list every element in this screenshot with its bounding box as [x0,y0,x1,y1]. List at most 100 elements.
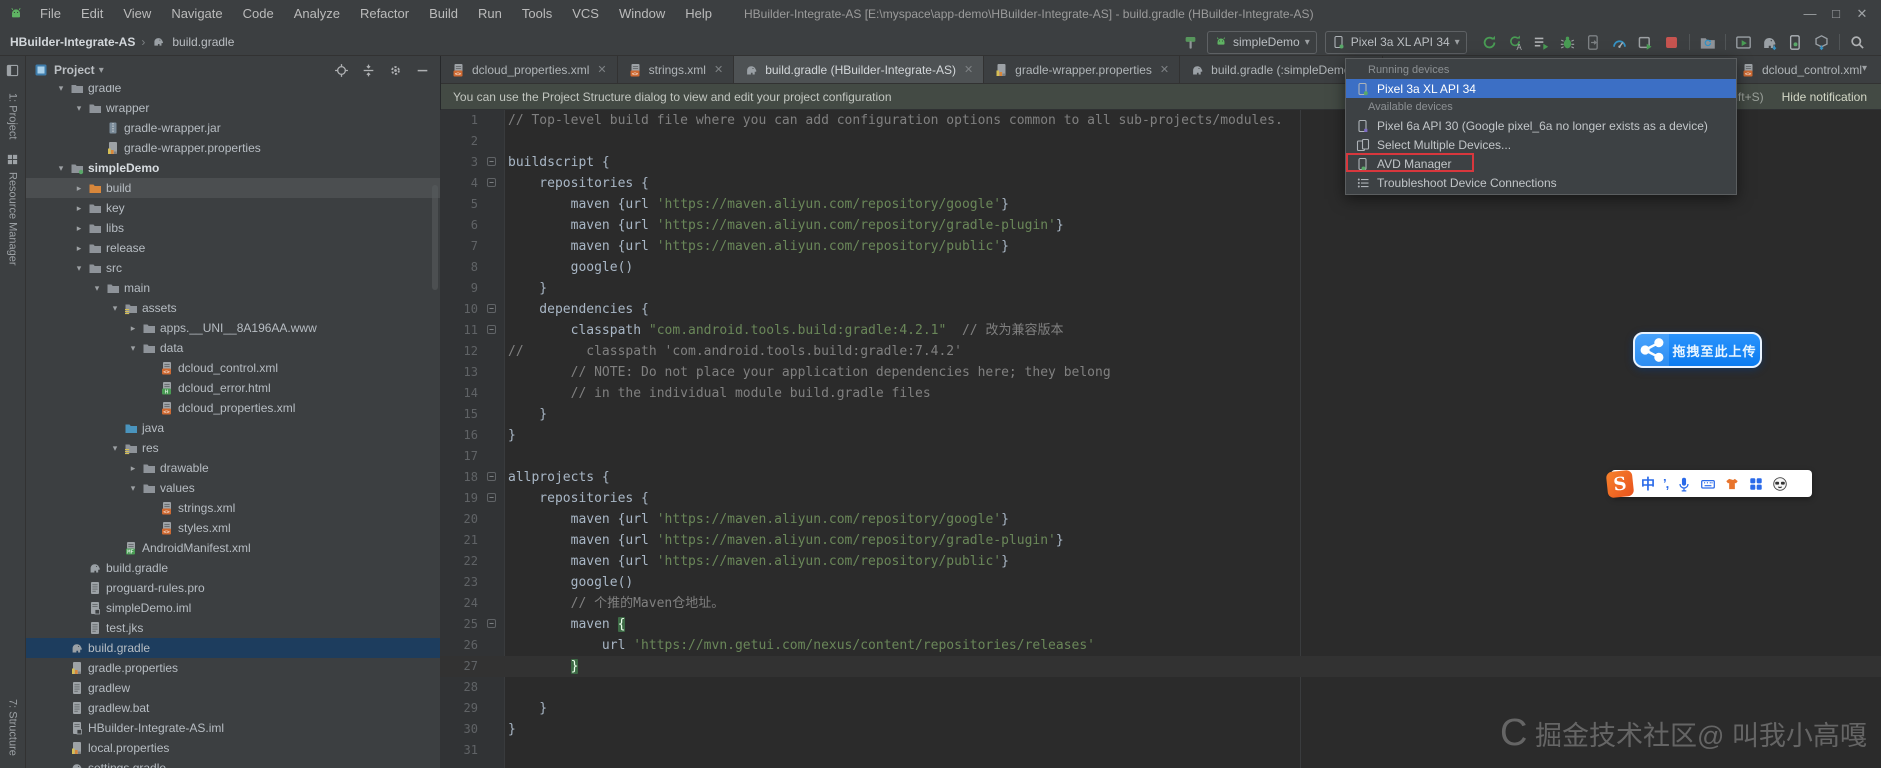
code-line[interactable]: 20 maven {url 'https://maven.aliyun.com/… [440,509,1881,530]
toolbox-grid-icon[interactable] [1748,476,1764,492]
code-line[interactable]: 26 url 'https://mvn.getui.com/nexus/cont… [440,635,1881,656]
ime-mode-chinese[interactable]: 中 [1641,474,1655,494]
code-line[interactable]: 28 [440,677,1881,698]
chevron-right-icon[interactable]: ▸ [126,463,140,474]
close-tab-icon[interactable]: ✕ [714,63,723,76]
maximize-button[interactable]: □ [1823,0,1849,28]
menu-refactor[interactable]: Refactor [350,0,419,28]
sidebar-item-resource-manager[interactable]: Resource Manager [0,149,25,266]
menu-view[interactable]: View [113,0,161,28]
close-tab-icon[interactable]: ✕ [1160,63,1169,76]
tree-item[interactable]: ▾ data [26,338,440,358]
tree-item[interactable]: ▸ apps.__UNI__8A196AA.www [26,318,440,338]
code-line[interactable]: 21 maven {url 'https://maven.aliyun.com/… [440,530,1881,551]
chevron-right-icon[interactable]: ▸ [126,323,140,334]
chevron-right-icon[interactable]: ▸ [72,223,86,234]
menu-vcs[interactable]: VCS [562,0,609,28]
keyboard-icon[interactable] [1700,476,1716,492]
tree-item[interactable]: gradle-wrapper.properties [26,138,440,158]
code-line[interactable]: 15 } [440,404,1881,425]
tree-item[interactable]: ▾ src [26,258,440,278]
chevron-down-icon[interactable]: ▾ [72,263,86,274]
tree-item[interactable]: proguard-rules.pro [26,578,440,598]
tree-item[interactable]: ▸ build [26,178,440,198]
fold-marker-icon[interactable]: − [487,304,496,313]
tree-item[interactable]: local.properties [26,738,440,758]
debug-icon[interactable] [1559,34,1576,51]
menu-window[interactable]: Window [609,0,675,28]
tree-item[interactable]: Hdcloud_error.html [26,378,440,398]
ime-punctuation[interactable]: ’, [1663,476,1669,491]
tree-item[interactable]: ▾ main [26,278,440,298]
close-button[interactable]: ✕ [1849,0,1875,28]
search-icon[interactable] [1849,34,1866,51]
editor-tab[interactable]: gradle-wrapper.properties ✕ [984,56,1181,83]
project-panel-scrollbar[interactable] [432,185,438,290]
menu-code[interactable]: Code [233,0,284,28]
device-menu-item[interactable]: Pixel 3a XL API 34 [1346,79,1736,98]
device-menu-item[interactable]: AVD Manager [1346,153,1736,173]
skin-icon[interactable] [1724,476,1740,492]
tree-item[interactable]: simpleDemo.iml [26,598,440,618]
menu-analyze[interactable]: Analyze [284,0,350,28]
tree-item[interactable]: ▸ libs [26,218,440,238]
editor-tab[interactable]: <> dcloud_properties.xml ✕ [441,56,618,83]
microphone-icon[interactable] [1676,476,1692,492]
chevron-down-icon[interactable]: ▾ [72,103,86,114]
tree-item[interactable]: java [26,418,440,438]
chevron-down-icon[interactable]: ▾ [108,443,122,454]
menu-run[interactable]: Run [468,0,512,28]
code-line[interactable]: 10− dependencies { [440,299,1881,320]
fold-marker-icon[interactable]: − [487,472,496,481]
editor-tab[interactable]: <> strings.xml ✕ [618,56,735,83]
hide-panel-icon[interactable] [415,63,430,78]
avd-manager-icon[interactable] [1787,34,1804,51]
tool-window-bars-icon[interactable] [0,60,25,79]
tree-item[interactable]: gradlew.bat [26,698,440,718]
code-line[interactable]: 22 maven {url 'https://maven.aliyun.com/… [440,551,1881,572]
apply-code-changes-icon[interactable] [1533,34,1550,51]
profile-icon[interactable] [1611,34,1628,51]
tree-item[interactable]: ▾ wrapper [26,98,440,118]
code-line[interactable]: 7 maven {url 'https://maven.aliyun.com/r… [440,236,1881,257]
project-panel-title[interactable]: Project [54,63,95,77]
run-configuration-select[interactable]: simpleDemo ▾ [1207,30,1317,54]
tree-item[interactable]: <> dcloud_properties.xml [26,398,440,418]
apply-changes-icon[interactable]: A [1507,34,1524,51]
tree-item[interactable]: ▸ drawable [26,458,440,478]
tree-item[interactable]: gradle.properties [26,658,440,678]
code-line[interactable]: 6 maven {url 'https://maven.aliyun.com/r… [440,215,1881,236]
sogou-logo-icon[interactable]: S [1605,469,1635,498]
tree-item[interactable]: settings.gradle [26,758,440,768]
close-tab-icon[interactable]: ✕ [964,63,973,76]
tree-item[interactable]: test.jks [26,618,440,638]
code-line[interactable]: 23 google() [440,572,1881,593]
tree-item[interactable]: gradlew [26,678,440,698]
device-menu-item[interactable]: Select Multiple Devices... [1346,135,1736,154]
run-restart-icon[interactable] [1481,34,1498,51]
tree-item[interactable]: ▾ assets [26,298,440,318]
code-editor[interactable]: 1 // Top-level build file where you can a… [440,110,1881,768]
menu-edit[interactable]: Edit [71,0,113,28]
tree-item[interactable]: gradle-wrapper.jar [26,118,440,138]
code-line[interactable]: 14 // in the individual module build.gra… [440,383,1881,404]
fold-marker-icon[interactable]: − [487,157,496,166]
chevron-down-icon[interactable]: ▾ [108,303,122,314]
chevron-down-icon[interactable]: ▾ [126,483,140,494]
editor-tab[interactable]: <> dcloud_control.xml [1733,56,1871,83]
tree-item[interactable]: <> dcloud_control.xml [26,358,440,378]
code-line[interactable]: 5 maven {url 'https://maven.aliyun.com/r… [440,194,1881,215]
sdk-manager-icon[interactable] [1813,34,1830,51]
code-line[interactable]: 24 // 个推的Maven仓地址。 [440,593,1881,614]
chevron-down-icon[interactable]: ▾ [1862,63,1867,74]
locate-file-icon[interactable] [334,63,349,78]
fold-marker-icon[interactable]: − [487,619,496,628]
chevron-right-icon[interactable]: ▸ [72,203,86,214]
running-devices-icon[interactable] [1735,34,1752,51]
tree-item[interactable]: build.gradle [26,558,440,578]
attach-debugger-icon[interactable] [1585,34,1602,51]
sidebar-item-structure[interactable]: 7: Structure [0,695,25,756]
tree-item[interactable]: <> strings.xml [26,498,440,518]
editor-tab[interactable]: build.gradle (HBuilder-Integrate-AS) ✕ [734,56,985,83]
tree-item[interactable]: build.gradle [26,638,440,658]
